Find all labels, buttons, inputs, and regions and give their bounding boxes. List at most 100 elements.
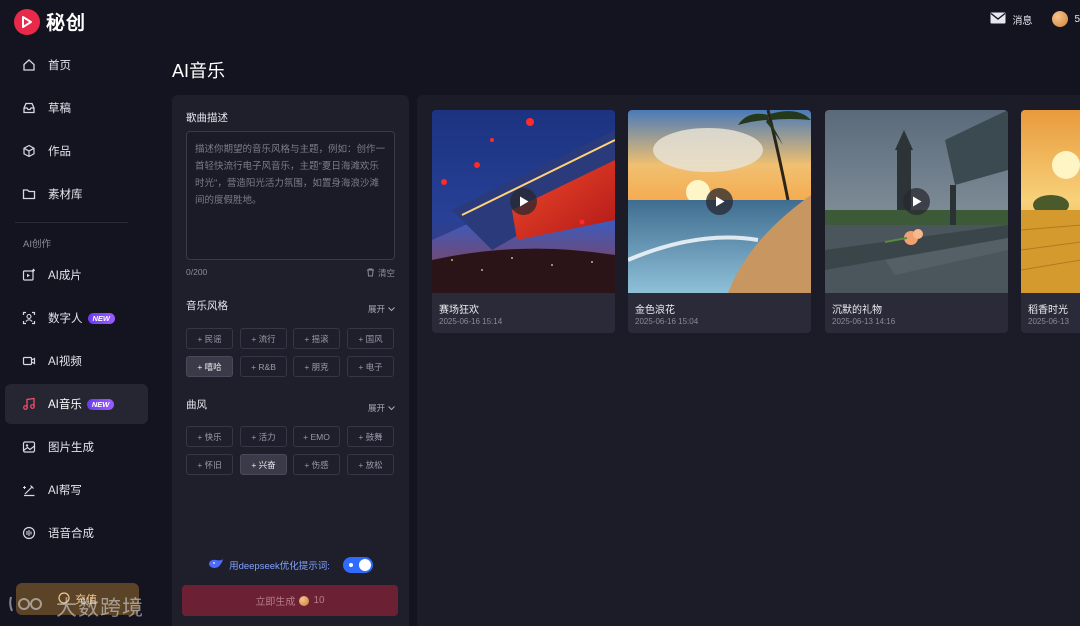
music-card[interactable]: 赛场狂欢 2025-06-16 15:14 xyxy=(432,110,615,333)
coin-icon xyxy=(299,595,310,606)
home-icon xyxy=(21,57,37,73)
deepseek-whale-icon xyxy=(208,558,224,573)
card-date: 2025-06-13 xyxy=(1028,317,1069,326)
play-icon[interactable] xyxy=(903,188,930,215)
style-chip[interactable]: + 摇滚 xyxy=(293,328,340,349)
sidebar-item-ai-music[interactable]: AI音乐 NEW xyxy=(5,384,148,424)
generate-cost: 10 xyxy=(313,595,325,606)
sidebar-item-label: AI帮写 xyxy=(48,485,82,497)
card-date: 2025-06-16 15:04 xyxy=(635,317,699,326)
cover-image xyxy=(432,110,615,293)
ai-film-icon xyxy=(21,267,37,283)
sidebar: 首页 草稿 作品 素材库 AI创作 AI成片 数字人 NEW AI视频 AI音乐… xyxy=(0,44,160,626)
music-form-panel: 歌曲描述 描述你期望的音乐风格与主题，例如：创作一首轻快流行电子风音乐，主题"夏… xyxy=(172,95,409,626)
mood-chip[interactable]: + EMO xyxy=(293,426,340,447)
sidebar-item-label: 素材库 xyxy=(48,189,83,201)
mood-chip[interactable]: + 怀旧 xyxy=(186,454,233,475)
deepseek-optimize-row: 用deepseek优化提示词: xyxy=(172,557,409,573)
sidebar-item-image-gen[interactable]: 图片生成 xyxy=(5,427,148,467)
coin-icon xyxy=(1052,11,1069,27)
mood-chip[interactable]: + 快乐 xyxy=(186,426,233,447)
sidebar-item-label: 图片生成 xyxy=(48,442,94,454)
style-expand-button[interactable]: 展开 xyxy=(368,303,395,315)
new-badge: NEW xyxy=(87,312,115,324)
new-badge: NEW xyxy=(86,398,115,410)
card-title: 沉默的礼物 xyxy=(832,305,882,316)
expand-label: 展开 xyxy=(367,403,385,413)
clear-button[interactable]: 清空 xyxy=(366,267,395,279)
style-chip[interactable]: + R&B xyxy=(240,356,287,377)
style-chip[interactable]: + 朋克 xyxy=(293,356,340,377)
voice-icon xyxy=(21,525,37,541)
section-label-ai-create: AI创作 xyxy=(23,239,51,250)
clear-label: 清空 xyxy=(377,268,395,278)
sidebar-item-label: 草稿 xyxy=(48,103,71,115)
sidebar-item-ai-film[interactable]: AI成片 xyxy=(5,255,148,295)
logo-mark-icon xyxy=(14,8,40,35)
music-card[interactable]: 金色浪花 2025-06-16 15:04 xyxy=(628,110,811,333)
style-chip[interactable]: + 流行 xyxy=(240,328,287,349)
video-icon xyxy=(21,353,37,369)
cover-image xyxy=(1021,110,1080,293)
app-name: 秘创 xyxy=(46,13,87,34)
mood-chip[interactable]: + 放松 xyxy=(347,454,394,475)
sidebar-item-digital-human[interactable]: 数字人 NEW xyxy=(5,298,148,338)
mood-chip[interactable]: + 鼓舞 xyxy=(347,426,394,447)
music-card[interactable]: 稻香时光 2025-06-13 xyxy=(1021,110,1080,333)
drafts-icon xyxy=(21,100,37,116)
sidebar-item-label: AI成片 xyxy=(48,270,82,282)
chevron-down-icon xyxy=(388,403,395,413)
mood-chip[interactable]: + 活力 xyxy=(240,426,287,447)
sidebar-item-home[interactable]: 首页 xyxy=(5,45,148,85)
card-date: 2025-06-13 14:16 xyxy=(832,317,896,326)
sidebar-item-ai-video[interactable]: AI视频 xyxy=(5,341,148,381)
style-chip[interactable]: + 国风 xyxy=(347,328,394,349)
mood-chip[interactable]: + 伤感 xyxy=(293,454,340,475)
sidebar-item-ai-write[interactable]: AI帮写 xyxy=(5,470,148,510)
sidebar-item-label: 数字人 xyxy=(48,313,83,325)
sidebar-item-drafts[interactable]: 草稿 xyxy=(5,88,148,128)
messages-link[interactable]: 消息 xyxy=(1012,12,1032,27)
char-counter: 0/200 xyxy=(186,267,208,277)
write-icon xyxy=(21,482,37,498)
library-icon xyxy=(21,186,37,202)
generate-label: 立即生成 xyxy=(255,597,296,608)
sidebar-item-works[interactable]: 作品 xyxy=(5,131,148,171)
sidebar-item-label: 作品 xyxy=(48,146,71,158)
page-title: AI音乐 xyxy=(172,61,226,81)
style-chip[interactable]: + 民谣 xyxy=(186,328,233,349)
sidebar-item-library[interactable]: 素材库 xyxy=(5,174,148,214)
cover-image xyxy=(825,110,1008,293)
app-logo[interactable]: 秘创 xyxy=(14,8,86,35)
watermark: 大数跨境 xyxy=(8,592,144,622)
credit-balance: 5 xyxy=(1074,13,1080,25)
mood-chip-selected[interactable]: + 兴奋 xyxy=(240,454,287,475)
toggle-knob xyxy=(358,559,371,571)
digital-human-icon xyxy=(21,310,37,326)
play-icon[interactable] xyxy=(706,188,733,215)
generate-button[interactable]: 立即生成 10 xyxy=(182,585,398,616)
style-chip-selected[interactable]: + 嘻哈 xyxy=(186,356,233,377)
sidebar-item-label: AI视频 xyxy=(48,356,82,368)
works-icon xyxy=(21,143,37,159)
mood-label: 曲风 xyxy=(186,399,207,411)
top-bar: 秘创 消息 5 xyxy=(0,0,1080,44)
sidebar-item-label: 语音合成 xyxy=(48,528,94,540)
music-icon xyxy=(21,396,37,412)
deepseek-toggle[interactable] xyxy=(342,557,373,573)
music-card[interactable]: 沉默的礼物 2025-06-13 14:16 xyxy=(825,110,1008,333)
style-chip[interactable]: + 电子 xyxy=(347,356,394,377)
toggle-dot xyxy=(348,563,353,567)
image-icon xyxy=(21,439,37,455)
mail-icon[interactable] xyxy=(990,12,1006,27)
sidebar-divider xyxy=(15,222,128,223)
watermark-text: 大数跨境 xyxy=(56,597,144,620)
mood-expand-button[interactable]: 展开 xyxy=(368,402,395,414)
card-title: 赛场狂欢 xyxy=(439,305,479,316)
description-textarea[interactable]: 描述你期望的音乐风格与主题，例如：创作一首轻快流行电子风音乐，主题"夏日海滩欢乐… xyxy=(186,131,395,260)
sidebar-item-tts[interactable]: 语音合成 xyxy=(5,513,148,553)
cover-image xyxy=(628,110,811,293)
card-date: 2025-06-16 15:14 xyxy=(439,317,503,326)
card-title: 稻香时光 xyxy=(1028,305,1068,316)
play-icon[interactable] xyxy=(510,188,537,215)
